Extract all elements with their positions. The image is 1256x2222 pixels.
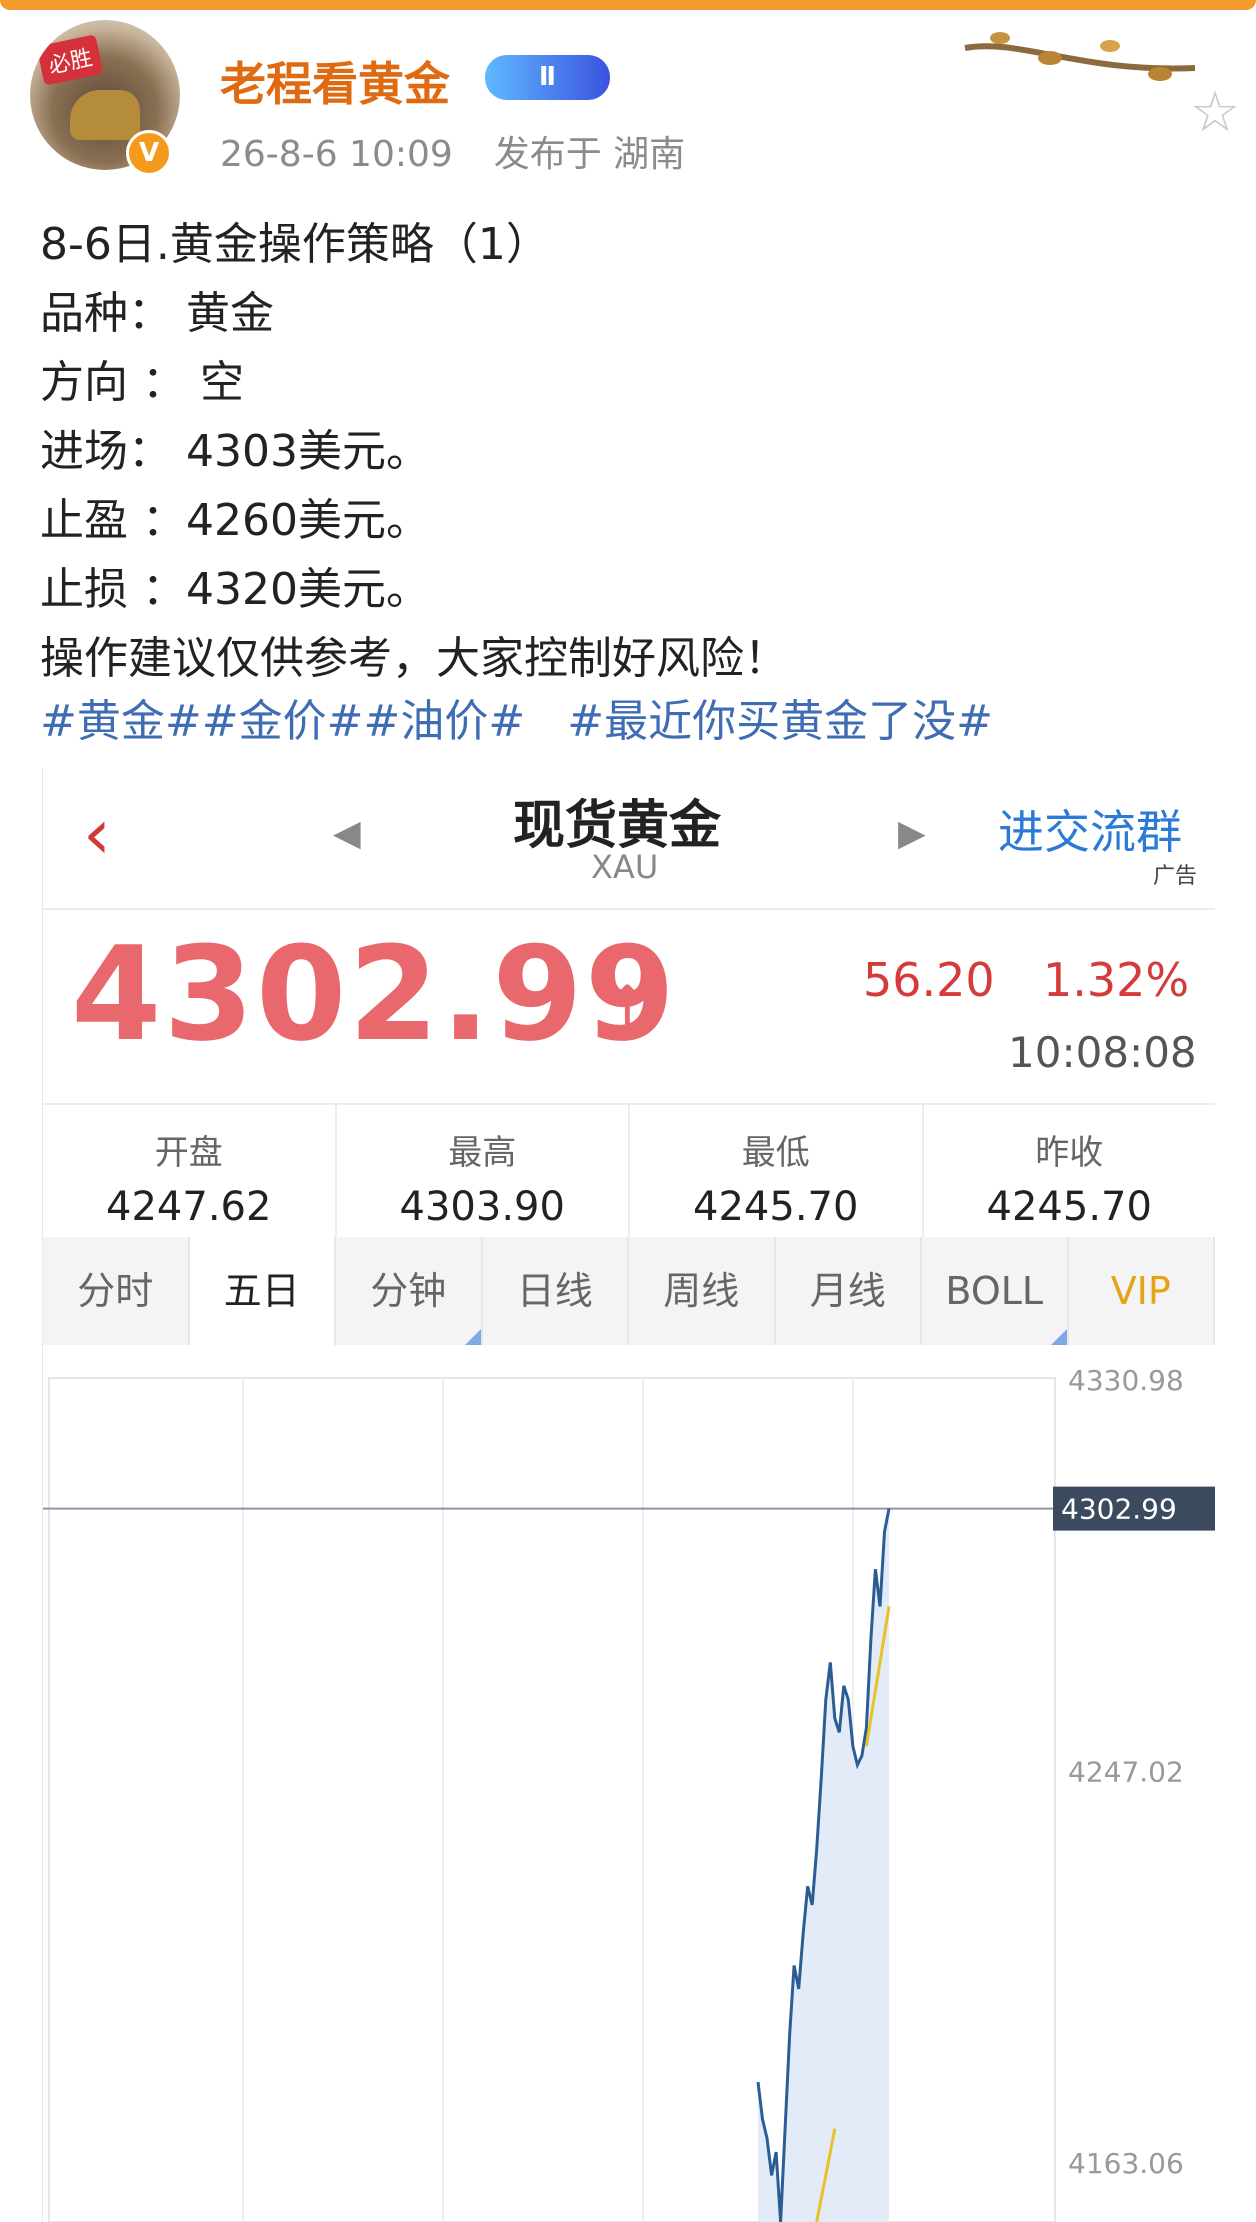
post-meta: 26-8-6 10:09 发布于 湖南 — [220, 125, 685, 177]
current-price: 4302.99 — [71, 918, 678, 1070]
hashtag-row: #黄金##金价##油价# #最近你买黄金了没# — [40, 685, 993, 749]
stat-label: 最低 — [741, 1133, 810, 1173]
post-line: 进场： 4303美元。 — [40, 426, 430, 477]
avatar-tag: 必胜 — [36, 34, 104, 86]
stat-low: 最低 4245.70 — [628, 1105, 922, 1237]
back-arrow-icon[interactable]: ‹ — [83, 793, 111, 875]
tab-label: BOLL — [945, 1269, 1044, 1313]
ad-label: 广告 — [1153, 864, 1198, 889]
price-change-pct: 1.32% — [1043, 953, 1190, 1007]
embedded-quote-screenshot[interactable]: ‹ ◀ 现货黄金 XAU ▶ 进交流群 广告 4302.99 ↑ 56.20 1… — [42, 768, 1215, 2222]
prev-arrow-icon[interactable]: ◀ — [333, 813, 361, 854]
tab-weekly[interactable]: 周线 — [629, 1237, 776, 1345]
bull-icon — [70, 90, 140, 140]
post-line: 方向 ： 空 — [40, 357, 244, 408]
stat-value: 4245.70 — [693, 1184, 859, 1230]
tab-minute[interactable]: 分钟 — [336, 1237, 483, 1345]
post-line: 品种： 黄金 — [40, 288, 274, 339]
tab-vip[interactable]: VIP — [1069, 1237, 1215, 1345]
post-body: 8-6日.黄金操作策略（1） 品种： 黄金 方向 ： 空 进场： 4303美元。… — [40, 210, 1210, 693]
tab-five-day[interactable]: 五日 — [189, 1237, 336, 1345]
top-accent-bar — [0, 0, 1256, 10]
y-tick-label: 4163.06 — [1068, 2147, 1184, 2180]
y-tick-label: 4247.02 — [1068, 1756, 1184, 1789]
dropdown-corner-icon — [464, 1329, 481, 1345]
quote-title: 现货黄金 — [513, 796, 722, 856]
favorite-star-icon[interactable]: ☆ — [1190, 80, 1240, 145]
quote-time: 10:08:08 — [1008, 1028, 1197, 1077]
hashtag-link[interactable]: #油价# — [363, 696, 525, 747]
quote-nav: ‹ ◀ 现货黄金 XAU ▶ 进交流群 广告 — [43, 768, 1215, 910]
post-line: 止盈 ：4260美元。 — [40, 495, 430, 546]
post-line: 操作建议仅供参考，大家控制好风险！ — [40, 633, 788, 684]
stat-high: 最高 4303.90 — [334, 1105, 629, 1237]
price-change: 56.20 — [863, 953, 995, 1007]
stat-value: 4303.90 — [399, 1184, 565, 1230]
username[interactable]: 老程看黄金 — [220, 48, 450, 114]
branch-decoration-icon — [964, 32, 1196, 81]
stat-label: 开盘 — [154, 1133, 223, 1173]
price-area — [758, 1508, 889, 2222]
dropdown-corner-icon — [1050, 1329, 1067, 1345]
level-badge[interactable]: Ⅱ — [485, 55, 610, 100]
tab-boll[interactable]: BOLL — [922, 1237, 1069, 1345]
join-group-link[interactable]: 进交流群 — [998, 796, 1182, 862]
post-line: 止损 ：4320美元。 — [40, 564, 430, 615]
tab-intraday[interactable]: 分时 — [43, 1237, 190, 1345]
stat-label: 最高 — [448, 1133, 517, 1173]
stat-prev-close: 昨收 4245.70 — [921, 1105, 1216, 1237]
stat-label: 昨收 — [1035, 1133, 1104, 1173]
plot-frame — [48, 1377, 1056, 2222]
quote-symbol: XAU — [591, 848, 659, 886]
tab-monthly[interactable]: 月线 — [776, 1237, 922, 1345]
stat-value: 4245.70 — [986, 1184, 1152, 1230]
y-tick-label: 4330.98 — [1068, 1364, 1184, 1397]
next-arrow-icon[interactable]: ▶ — [898, 813, 926, 854]
post-line: 8-6日.黄金操作策略（1） — [40, 219, 550, 270]
stat-open: 开盘 4247.62 — [43, 1105, 335, 1237]
chart-tabs: 分时 五日 分钟 日线 周线 月线 BOLL VIP — [43, 1237, 1215, 1345]
post-location: 发布于 湖南 — [493, 134, 686, 175]
tab-label: 分钟 — [370, 1269, 447, 1313]
post-date: 26-8-6 10:09 — [220, 134, 453, 175]
quote-stats: 开盘 4247.62 最高 4303.90 最低 4245.70 昨收 4245… — [43, 1103, 1215, 1239]
post-header: 必胜 V 老程看黄金 Ⅱ 26-8-6 10:09 发布于 湖南 ☆ — [30, 20, 1240, 190]
hashtag-link[interactable]: #金价# — [202, 696, 364, 747]
price-chart[interactable]: 4330.98 4247.02 4163.06 4302.99 — [43, 1358, 1215, 2222]
verified-icon: V — [126, 130, 172, 176]
hashtag-link[interactable]: #黄金# — [40, 696, 202, 747]
up-arrow-icon: ↑ — [603, 973, 652, 1041]
tab-daily[interactable]: 日线 — [483, 1237, 629, 1345]
current-price-tag-label: 4302.99 — [1061, 1493, 1177, 1526]
stat-value: 4247.62 — [106, 1184, 272, 1230]
hashtag-link[interactable]: #最近你买黄金了没# — [567, 696, 993, 747]
